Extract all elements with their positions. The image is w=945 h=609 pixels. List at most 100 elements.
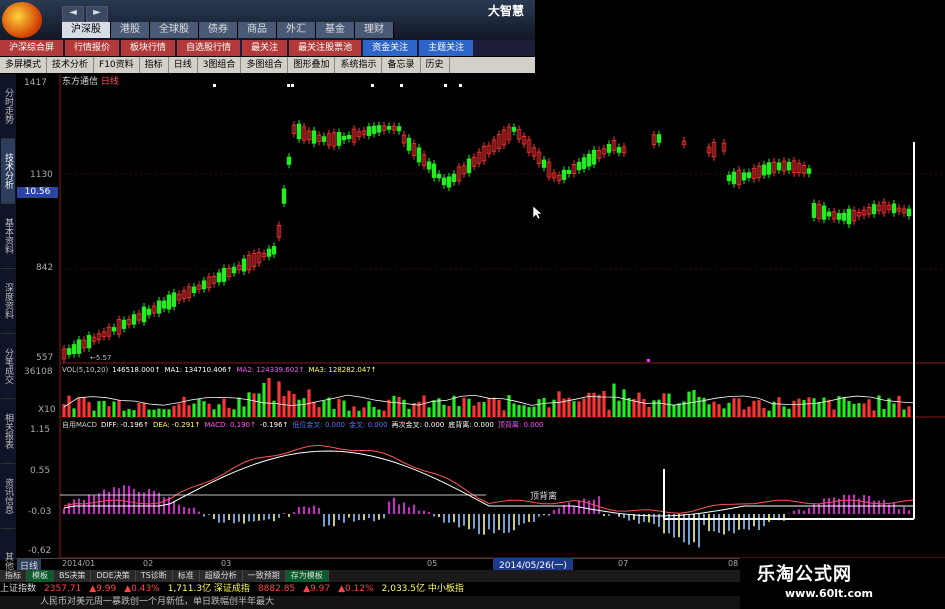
volume-bar bbox=[432, 400, 436, 417]
volume-bar bbox=[792, 400, 796, 417]
candle-body bbox=[511, 127, 517, 132]
bottom-tab-2[interactable]: BS决策 bbox=[54, 570, 92, 582]
volume-bar bbox=[72, 408, 76, 417]
toolbar-item-6[interactable]: 多图组合 bbox=[241, 57, 289, 73]
quick-view-6[interactable]: 资金关注 bbox=[363, 40, 418, 56]
side-tab-6[interactable]: 资讯信息 bbox=[1, 464, 15, 529]
volume-bar bbox=[882, 409, 886, 417]
toolbar-item-0[interactable]: 多屏模式 bbox=[0, 57, 48, 73]
macd-info-item-0: 自用MACD bbox=[62, 421, 97, 429]
volume-bar bbox=[82, 397, 86, 417]
ticker-item-6: ▲9.97 bbox=[303, 584, 331, 594]
volume-bar bbox=[697, 396, 701, 417]
volume-bar bbox=[847, 401, 851, 417]
bottom-tab-7[interactable]: 一致预期 bbox=[242, 570, 286, 582]
low-price-marker: ←5.57 bbox=[90, 354, 112, 362]
side-tab-2[interactable]: 基本资料 bbox=[1, 204, 15, 269]
volume-bar bbox=[722, 408, 726, 417]
back-button[interactable]: ◄ bbox=[62, 6, 84, 22]
volume-multiplier: X10 bbox=[38, 405, 56, 415]
candle-body bbox=[836, 213, 842, 220]
candle-body bbox=[191, 286, 197, 294]
volume-bar bbox=[902, 409, 906, 417]
volume-bar bbox=[487, 398, 491, 417]
chart-canvas[interactable] bbox=[16, 74, 945, 570]
candle-body bbox=[561, 169, 567, 180]
tab-5[interactable]: 外汇 bbox=[277, 22, 316, 38]
volume-bar bbox=[152, 409, 156, 417]
volume-bar bbox=[452, 395, 456, 417]
tab-4[interactable]: 商品 bbox=[238, 22, 277, 38]
toolbar-item-7[interactable]: 图形叠加 bbox=[288, 57, 336, 73]
bottom-tab-1[interactable]: 模板 bbox=[27, 570, 54, 582]
candle-body bbox=[216, 272, 222, 283]
candle-body bbox=[766, 162, 772, 175]
volume-bar bbox=[897, 395, 901, 417]
side-tab-4[interactable]: 分笔成交 bbox=[1, 334, 15, 399]
candle-body bbox=[286, 156, 292, 165]
toolbar-item-10[interactable]: 历史 bbox=[421, 57, 450, 73]
side-tab-1[interactable]: 技术分析 bbox=[1, 139, 15, 204]
bottom-tab-5[interactable]: 标准 bbox=[172, 570, 200, 582]
volume-info-item-1: 146518.000↑ bbox=[112, 366, 161, 374]
tab-1[interactable]: 港股 bbox=[111, 22, 150, 38]
bottom-tab-4[interactable]: TS诊断 bbox=[135, 570, 173, 582]
volume-bar bbox=[207, 403, 211, 417]
time-tick-5: 07 bbox=[618, 559, 629, 568]
volume-bar bbox=[512, 403, 516, 417]
volume-bar bbox=[802, 399, 806, 417]
tab-7[interactable]: 理财 bbox=[355, 22, 394, 38]
volume-bar bbox=[317, 407, 321, 417]
side-tab-3[interactable]: 深度资料 bbox=[1, 269, 15, 334]
toolbar-item-1[interactable]: 技术分析 bbox=[47, 57, 95, 73]
price-axis-label-1: 1417 bbox=[24, 78, 47, 88]
toolbar-item-5[interactable]: 3图组合 bbox=[198, 57, 242, 73]
toolbar-item-4[interactable]: 日线 bbox=[169, 57, 198, 73]
volume-bar bbox=[827, 399, 831, 417]
watermark-title: 乐淘公式网 bbox=[757, 564, 852, 585]
watermark-url: www.60lt.com bbox=[785, 587, 874, 600]
toolbar-item-9[interactable]: 备忘录 bbox=[382, 57, 421, 73]
candle-body bbox=[76, 339, 82, 354]
macd-annotation: 顶背离 bbox=[530, 492, 558, 502]
volume-bar bbox=[647, 406, 651, 417]
forward-button[interactable]: ► bbox=[86, 6, 108, 22]
macd-chart bbox=[60, 444, 915, 548]
quick-view-3[interactable]: 自选股行情 bbox=[177, 40, 241, 56]
quick-view-5[interactable]: 最关注股票池 bbox=[289, 40, 362, 56]
candle-body bbox=[726, 174, 732, 182]
tab-0[interactable]: 沪深股 bbox=[62, 22, 111, 38]
quick-view-1[interactable]: 行情报价 bbox=[65, 40, 120, 56]
volume-bar bbox=[227, 407, 231, 417]
volume-bar bbox=[362, 407, 366, 417]
volume-bar bbox=[137, 403, 141, 417]
event-marker bbox=[371, 84, 374, 87]
volume-bar bbox=[202, 401, 206, 417]
quick-view-4[interactable]: 最关注 bbox=[242, 40, 288, 56]
candle-body bbox=[731, 171, 737, 185]
toolbar-item-2[interactable]: F10资料 bbox=[94, 57, 140, 73]
side-tab-5[interactable]: 相关报表 bbox=[1, 399, 15, 464]
time-tick-2: 02 bbox=[143, 559, 154, 568]
ticker-item-2: ▲9.99 bbox=[89, 584, 117, 594]
candle-body bbox=[386, 126, 392, 130]
tab-6[interactable]: 基金 bbox=[316, 22, 355, 38]
volume-bar bbox=[107, 406, 111, 417]
candle-body bbox=[656, 134, 662, 143]
tab-3[interactable]: 债券 bbox=[199, 22, 238, 38]
volume-bar bbox=[397, 396, 401, 417]
toolbar-item-3[interactable]: 指标 bbox=[140, 57, 169, 73]
candle-body bbox=[426, 161, 432, 170]
bottom-tab-6[interactable]: 超级分析 bbox=[199, 570, 243, 582]
quick-view-2[interactable]: 板块行情 bbox=[121, 40, 176, 56]
bottom-tab-0[interactable]: 指标 bbox=[0, 570, 27, 582]
bottom-tab-8[interactable]: 存为模板 bbox=[285, 570, 329, 582]
quick-view-0[interactable]: 沪深综合屏 bbox=[0, 40, 64, 56]
chart-grid bbox=[59, 74, 945, 559]
side-tab-0[interactable]: 分时走势 bbox=[1, 74, 15, 139]
candle-body bbox=[581, 157, 587, 169]
toolbar-item-8[interactable]: 系统指示 bbox=[335, 57, 383, 73]
quick-view-7[interactable]: 主题关注 bbox=[419, 40, 474, 56]
tab-2[interactable]: 全球股 bbox=[150, 22, 199, 38]
bottom-tab-3[interactable]: DDE决策 bbox=[91, 570, 136, 582]
